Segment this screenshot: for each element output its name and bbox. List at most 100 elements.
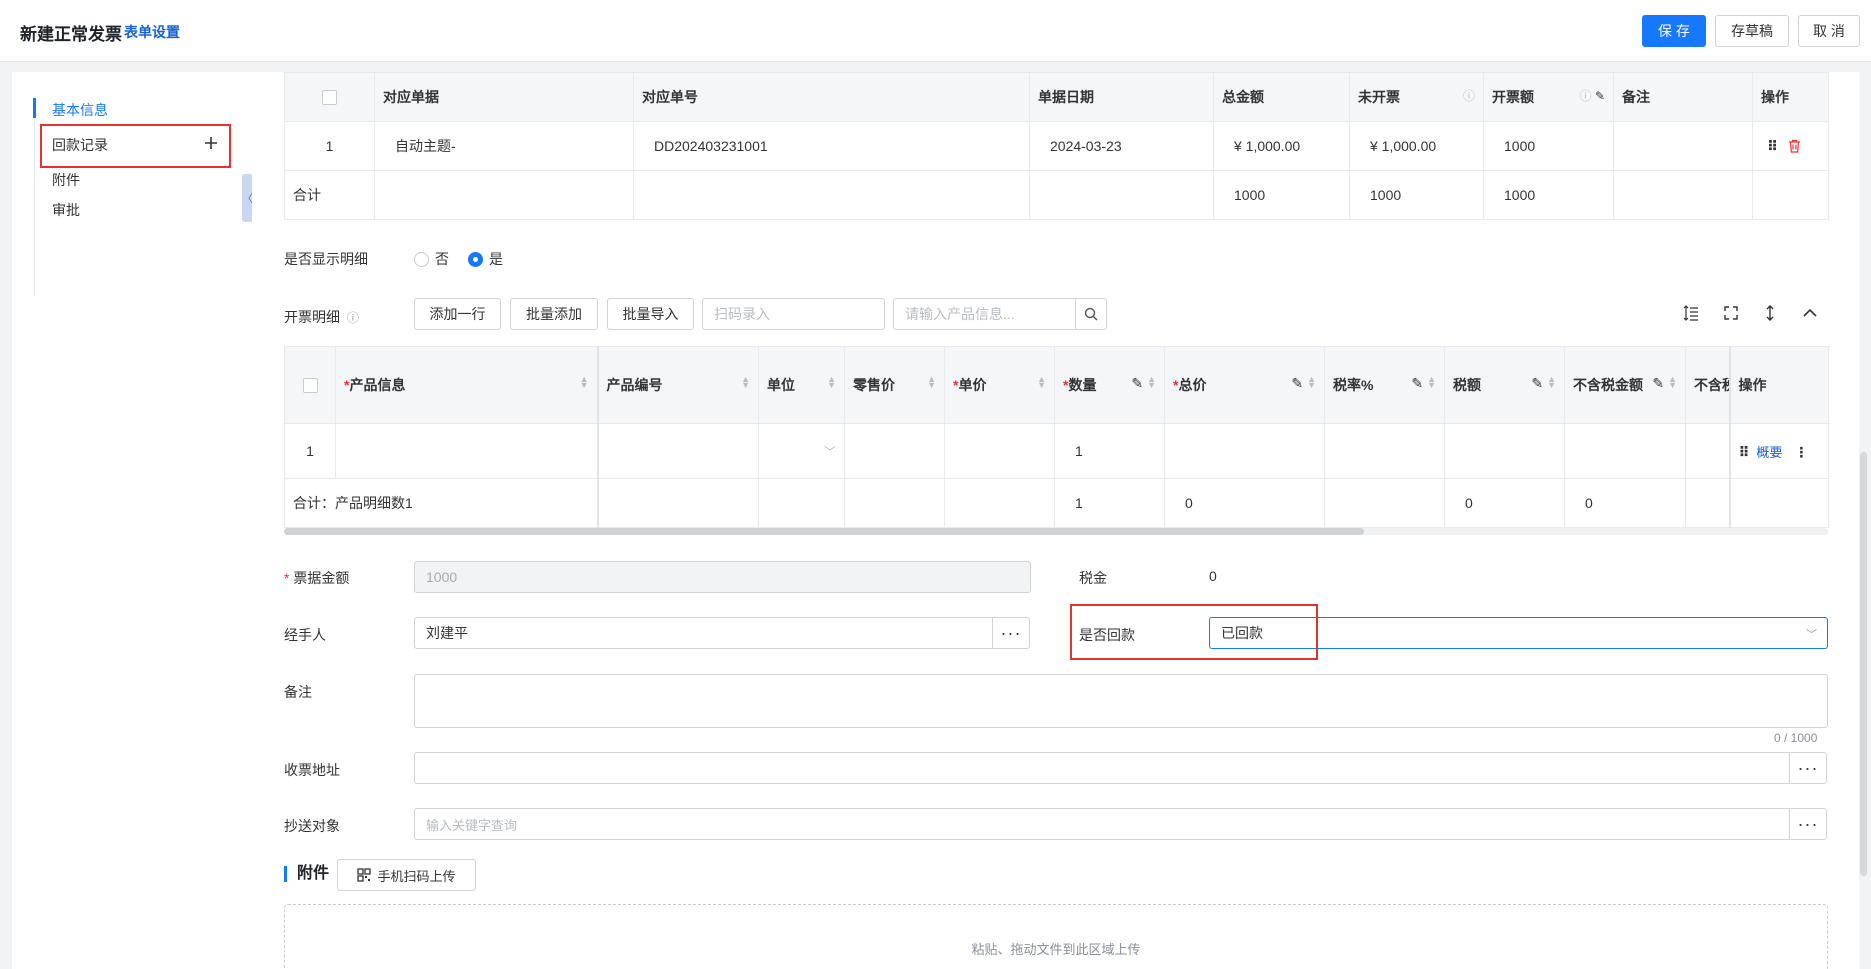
cell-product-code[interactable] <box>597 423 759 479</box>
drop-zone-text: 粘贴、拖动文件到此区域上传 <box>971 942 1141 957</box>
row-index: 1 <box>284 121 375 171</box>
col-product-code[interactable]: 产品编号 ▲ ▼ <box>597 346 759 424</box>
source-doc-table: 对应单据 对应单号 单据日期 总金额 未开票 ⓘ 开票额 ⓘ ✎ 备注 操作 1 自… <box>284 72 1829 220</box>
radio-label: 是 <box>489 251 503 267</box>
invoice-detail-table: *产品信息 ▲ ▼ 产品编号 ▲ ▼ 单位 ▲ ▼ 零售价 ▲ ▼ *单价 ▲ ▼ *数量 ▲ ▼ ✎ *… <box>284 346 1829 528</box>
sidebar-nav: 基本信息 回款记录 附件 审批 <box>12 72 252 969</box>
save-button[interactable]: 保 存 <box>1642 15 1706 47</box>
cell-date: 2024-03-23 <box>1029 121 1214 171</box>
qr-code-icon <box>357 868 372 882</box>
radio-circle[interactable] <box>414 251 429 267</box>
chevron-down-icon[interactable]: ﹀ <box>1806 626 1817 642</box>
col-header: 未开票 <box>1358 89 1400 105</box>
help-icon[interactable]: ⓘ <box>347 311 359 325</box>
edit-icon[interactable]: ✎ <box>1652 375 1664 392</box>
cell-amount-excl-tax[interactable] <box>1564 423 1686 479</box>
more-horizontal-icon[interactable]: ··· <box>992 617 1030 649</box>
horizontal-scrollbar-thumb[interactable] <box>284 528 1364 535</box>
select-all-checkbox[interactable] <box>284 72 375 122</box>
more-vertical-icon[interactable]: ⋮ <box>1794 444 1808 460</box>
cell-tax-rate[interactable] <box>1324 423 1445 479</box>
drag-handle-icon[interactable]: ⠿ <box>1767 138 1778 154</box>
cell-tax-amount[interactable] <box>1444 423 1565 479</box>
more-horizontal-icon[interactable]: ··· <box>1789 808 1827 840</box>
col-tax-rate[interactable]: 税率% ▲ ▼ ✎ <box>1324 346 1445 424</box>
row-height-icon[interactable] <box>1680 302 1702 324</box>
help-icon[interactable]: ⓘ <box>1463 87 1475 104</box>
edit-icon[interactable]: ⓘ ✎ <box>1580 87 1605 104</box>
col-header: 零售价 <box>853 377 895 393</box>
cell-retail-price[interactable] <box>844 423 945 479</box>
sum-total: 1000 <box>1213 170 1350 220</box>
batch-import-button[interactable]: 批量导入 <box>607 298 694 330</box>
col-header: 产品编号 <box>606 377 663 393</box>
col-quantity[interactable]: *数量 ▲ ▼ ✎ <box>1054 346 1165 424</box>
top-bar: 新建正常发票 表单设置 保 存 存草稿 取 消 <box>0 0 1871 62</box>
select-all-checkbox[interactable] <box>284 346 336 424</box>
sum-row: 合计 1000 1000 1000 <box>284 170 1829 220</box>
search-icon[interactable] <box>1075 298 1107 330</box>
cell-unit-price[interactable] <box>944 423 1055 479</box>
edit-icon[interactable]: ✎ <box>1411 375 1423 392</box>
unit-select[interactable]: ﹀ <box>758 423 845 479</box>
fullscreen-icon[interactable] <box>1720 302 1742 324</box>
expand-vertical-icon[interactable] <box>1759 302 1781 324</box>
col-header-billed: 开票额 ⓘ ✎ <box>1483 72 1614 122</box>
doc-number-link[interactable]: DD202403231001 <box>633 121 1030 171</box>
drag-handle-icon[interactable]: ⠿ <box>1739 444 1750 460</box>
chevron-up-icon[interactable] <box>1799 302 1821 324</box>
sidebar-item-basic-info[interactable]: 基本信息 <box>52 100 108 120</box>
col-header: 产品信息 <box>349 377 406 393</box>
sidebar-active-indicator <box>33 98 36 118</box>
col-unit[interactable]: 单位 ▲ ▼ <box>758 346 845 424</box>
file-drop-zone[interactable]: 粘贴、拖动文件到此区域上传 <box>284 904 1828 969</box>
address-input[interactable] <box>414 752 1790 784</box>
sidebar-item-approval[interactable]: 审批 <box>52 200 80 220</box>
col-header: 单价 <box>958 377 987 393</box>
col-header: 操作 <box>1752 72 1829 122</box>
summary-link[interactable]: 概要 <box>1756 445 1782 460</box>
sidebar-item-attachment[interactable]: 附件 <box>52 170 80 190</box>
col-tax-amount[interactable]: 税额 ▲ ▼ ✎ <box>1444 346 1565 424</box>
cell-quantity[interactable]: 1 <box>1054 423 1165 479</box>
col-total-price[interactable]: *总价 ▲ ▼ ✎ <box>1164 346 1325 424</box>
trash-icon[interactable] <box>1788 138 1801 154</box>
col-retail-price[interactable]: 零售价 ▲ ▼ <box>844 346 945 424</box>
cell-total: ¥ 1,000.00 <box>1213 121 1350 171</box>
scan-input[interactable]: 扫码录入 <box>702 298 885 330</box>
remark-textarea[interactable] <box>414 674 1828 728</box>
product-search-input[interactable]: 请输入产品信息... <box>893 298 1076 330</box>
cc-input[interactable]: 输入关键字查询 <box>414 808 1790 840</box>
row-actions: ⠿ <box>1752 121 1829 171</box>
cancel-button[interactable]: 取 消 <box>1798 15 1860 47</box>
cc-label: 抄送对象 <box>284 818 340 834</box>
handler-input[interactable]: 刘建平 <box>414 617 993 649</box>
batch-add-button[interactable]: 批量添加 <box>510 298 598 330</box>
col-header: 总金额 <box>1213 72 1350 122</box>
col-header: 操作 <box>1738 377 1767 393</box>
cell-billed[interactable]: 1000 <box>1483 121 1614 171</box>
col-header: 单位 <box>767 377 795 393</box>
cell-total-price[interactable] <box>1164 423 1325 479</box>
tax-value: 0 <box>1209 568 1217 584</box>
more-horizontal-icon[interactable]: ··· <box>1789 752 1827 784</box>
cell-remark[interactable] <box>1613 121 1753 171</box>
add-row-button[interactable]: 添加一行 <box>414 298 501 330</box>
chevron-down-icon[interactable]: ﹀ <box>824 445 836 459</box>
save-draft-button[interactable]: 存草稿 <box>1715 15 1789 47</box>
radio-circle-selected[interactable] <box>468 251 483 267</box>
edit-icon[interactable]: ✎ <box>1131 375 1143 392</box>
cell-product-info[interactable] <box>335 423 599 479</box>
radio-no[interactable]: 否 <box>414 249 449 269</box>
vertical-scrollbar[interactable] <box>1860 452 1867 876</box>
edit-icon[interactable]: ✎ <box>1531 375 1543 392</box>
form-settings-link[interactable]: 表单设置 <box>124 22 180 42</box>
col-product-info[interactable]: *产品信息 ▲ ▼ <box>335 346 599 424</box>
sum-billed: 1000 <box>1483 170 1614 220</box>
mobile-upload-button[interactable]: 手机扫码上传 <box>337 859 476 891</box>
col-amount-excl-tax[interactable]: 不含税金额 ▲ ▼ ✎ <box>1564 346 1686 424</box>
col-header: 对应单号 <box>633 72 1030 122</box>
edit-icon[interactable]: ✎ <box>1291 375 1303 392</box>
col-unit-price[interactable]: *单价 ▲ ▼ <box>944 346 1055 424</box>
radio-yes[interactable]: 是 <box>468 249 503 269</box>
